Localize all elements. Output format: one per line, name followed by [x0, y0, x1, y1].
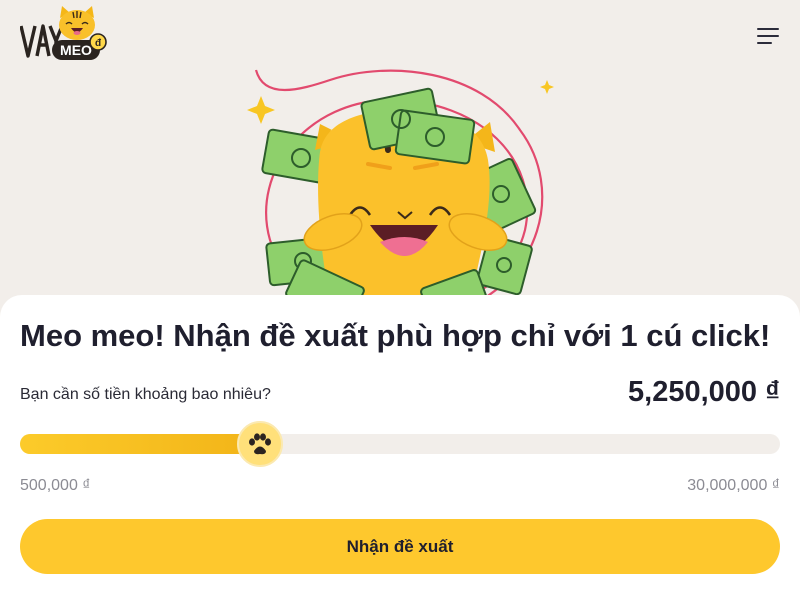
amount-slider-fill: [20, 434, 260, 454]
amount-question-label: Bạn cần số tiền khoảng bao nhiêu?: [20, 386, 271, 403]
hero-cat-money-illustration: [247, 69, 554, 300]
amount-slider-track[interactable]: [20, 421, 780, 467]
selected-amount-value: 5,250,000 ₫: [628, 376, 780, 408]
hamburger-menu-icon[interactable]: [756, 26, 780, 46]
svg-text:MEO: MEO: [60, 42, 92, 58]
paw-icon: [249, 433, 271, 455]
page-headline: Meo meo! Nhận đề xuất phù hợp chỉ với 1 …: [20, 318, 771, 353]
vaymeo-logo[interactable]: MEO đ: [20, 4, 110, 60]
get-suggestion-button[interactable]: Nhận đề xuất: [20, 519, 780, 574]
slider-min-label: 500,000 ₫: [20, 477, 91, 494]
amount-slider-thumb[interactable]: [237, 421, 283, 467]
slider-max-label: 30,000,000 ₫: [687, 477, 780, 494]
svg-text:đ: đ: [95, 38, 102, 49]
